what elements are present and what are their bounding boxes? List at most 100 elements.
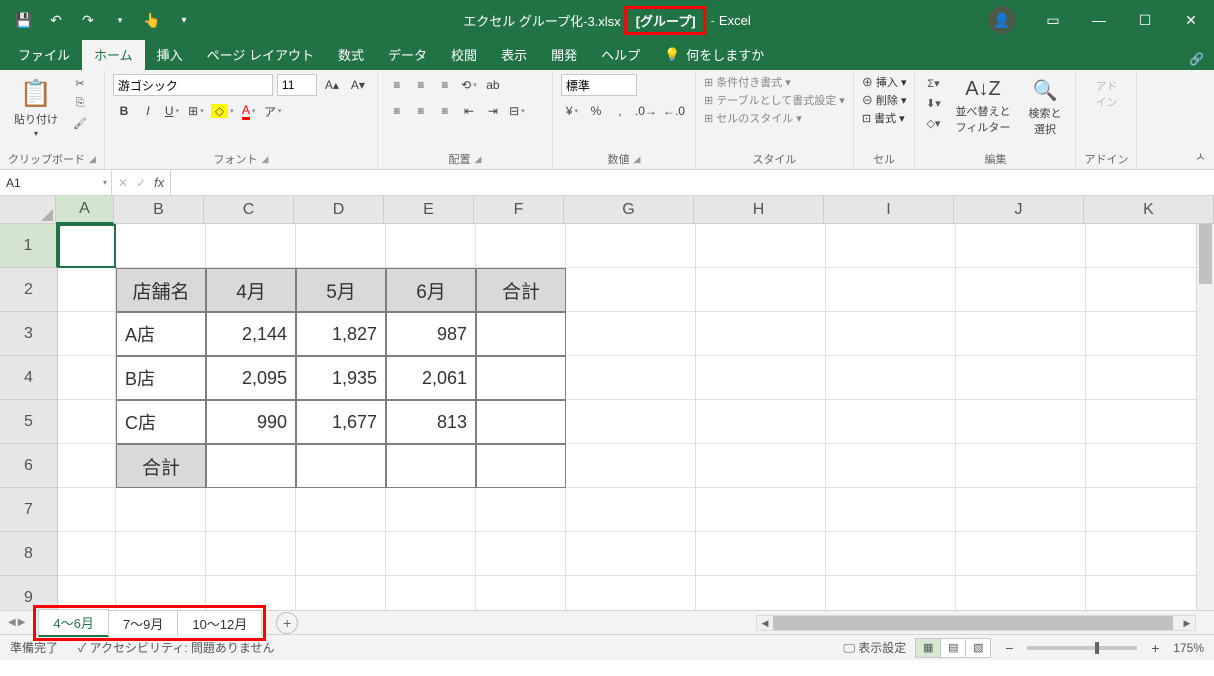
cell[interactable] [296,532,386,576]
find-select-button[interactable]: 🔍 検索と 選択 [1022,74,1067,141]
user-account-icon[interactable]: 👤 [988,6,1016,34]
decrease-indent-icon[interactable]: ⇤ [458,100,480,122]
cell[interactable] [826,400,956,444]
cell[interactable] [58,312,116,356]
column-header-K[interactable]: K [1084,196,1214,224]
cancel-formula-icon[interactable]: ✕ [118,176,128,190]
total-row-cell[interactable] [386,444,476,488]
cell[interactable] [566,488,696,532]
cell[interactable] [956,444,1086,488]
zoom-out-button[interactable]: − [1001,640,1017,656]
currency-icon[interactable]: ¥▾ [561,100,583,122]
column-header-F[interactable]: F [474,196,564,224]
align-bottom-icon[interactable]: ≡ [434,74,456,96]
name-box[interactable]: A1 ▾ [0,170,112,195]
cell[interactable] [116,532,206,576]
decrease-decimal-icon[interactable]: ←.0 [661,100,687,122]
tab-review[interactable]: 校閲 [439,39,489,70]
touch-mode-icon[interactable]: 👆 [138,6,166,34]
hscroll-thumb[interactable] [773,616,1173,630]
row-header-5[interactable]: 5 [0,400,58,444]
close-button[interactable]: ✕ [1168,0,1214,40]
cell[interactable] [696,488,826,532]
font-size-select[interactable] [277,74,317,96]
cell[interactable] [1086,224,1214,268]
number-dialog-launcher[interactable]: ◢ [633,154,640,165]
column-header-E[interactable]: E [384,196,474,224]
column-header-J[interactable]: J [954,196,1084,224]
horizontal-scrollbar[interactable]: ◀ ▶ [756,615,1196,631]
store-name-cell[interactable]: A店 [116,312,206,356]
cut-icon[interactable]: ✂ [70,74,90,92]
comma-icon[interactable]: , [609,100,631,122]
select-all-corner[interactable] [0,196,56,224]
cell[interactable] [1086,532,1214,576]
vertical-scrollbar[interactable] [1196,224,1214,610]
cell[interactable] [206,488,296,532]
cell[interactable] [116,224,206,268]
column-header-C[interactable]: C [204,196,294,224]
data-cell[interactable]: 2,095 [206,356,296,400]
cell[interactable] [476,532,566,576]
cell[interactable] [58,400,116,444]
cell[interactable] [956,356,1086,400]
total-row-cell[interactable] [206,444,296,488]
addin-button[interactable]: アド イン [1084,74,1128,114]
normal-view-button[interactable]: ▦ [915,638,941,658]
ribbon-display-options-icon[interactable]: ▭ [1030,0,1076,40]
enter-formula-icon[interactable]: ✓ [136,176,146,190]
border-button[interactable]: ⊞▾ [185,100,207,122]
display-settings-button[interactable]: 🖵 表示設定 [843,639,906,656]
alignment-dialog-launcher[interactable]: ◢ [474,154,481,165]
sheet-tab[interactable]: 4～6月 [38,609,108,637]
cell[interactable] [58,532,116,576]
zoom-slider[interactable] [1027,646,1137,650]
increase-indent-icon[interactable]: ⇥ [482,100,504,122]
cell[interactable] [566,268,696,312]
paste-button[interactable]: 📋 貼り付け ▾ [8,74,64,142]
fill-icon[interactable]: ⬇▾ [923,94,943,112]
data-cell[interactable]: 2,144 [206,312,296,356]
fill-color-button[interactable]: ◇▾ [209,100,236,122]
cell[interactable] [476,224,566,268]
total-cell-empty[interactable] [476,312,566,356]
autosum-icon[interactable]: Σ▾ [923,74,943,92]
formula-input[interactable] [171,170,1214,195]
sheet-nav-prev-icon[interactable]: ◀ [8,617,16,628]
row-header-3[interactable]: 3 [0,312,58,356]
cell-styles-button[interactable]: ⊞ セルのスタイル ▾ [704,110,845,126]
column-header-G[interactable]: G [564,196,694,224]
align-right-icon[interactable]: ≡ [434,100,456,122]
maximize-button[interactable]: ☐ [1122,0,1168,40]
underline-button[interactable]: U▾ [161,100,183,122]
selected-cell-A1[interactable] [58,224,116,268]
data-cell[interactable]: 987 [386,312,476,356]
bold-button[interactable]: B [113,100,135,122]
cell[interactable] [296,224,386,268]
zoom-level[interactable]: 175% [1173,641,1204,655]
column-header-B[interactable]: B [114,196,204,224]
row-header-2[interactable]: 2 [0,268,58,312]
cell[interactable] [566,224,696,268]
zoom-in-button[interactable]: + [1147,640,1163,656]
new-sheet-button[interactable]: + [276,612,298,634]
copy-icon[interactable]: ⎘ [70,94,90,112]
cell[interactable] [566,576,696,610]
cell[interactable] [696,268,826,312]
table-header[interactable]: 5月 [296,268,386,312]
data-cell[interactable]: 2,061 [386,356,476,400]
tab-view[interactable]: 表示 [489,39,539,70]
cell[interactable] [566,444,696,488]
cell[interactable] [386,576,476,610]
cell[interactable] [696,400,826,444]
tab-file[interactable]: ファイル [6,39,82,70]
number-format-select[interactable] [561,74,637,96]
cell[interactable] [826,576,956,610]
cell[interactable] [566,312,696,356]
cell[interactable] [696,532,826,576]
cell[interactable] [1086,400,1214,444]
cell[interactable] [386,224,476,268]
cell[interactable] [1086,356,1214,400]
decrease-font-icon[interactable]: A▾ [347,74,369,96]
minimize-button[interactable]: — [1076,0,1122,40]
